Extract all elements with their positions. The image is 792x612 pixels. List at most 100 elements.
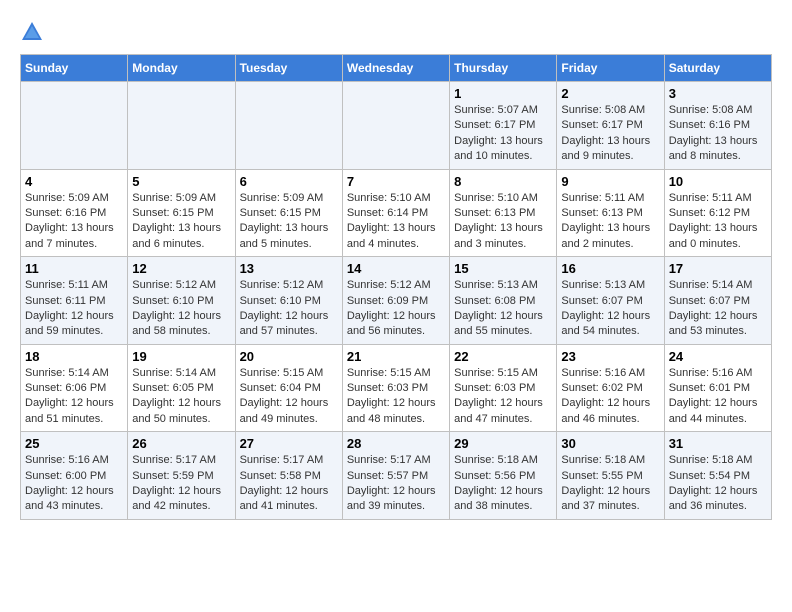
calendar-cell	[235, 82, 342, 170]
day-detail: Sunrise: 5:09 AM Sunset: 6:15 PM Dayligh…	[240, 191, 338, 253]
calendar-cell: 19 Sunrise: 5:14 AM Sunset: 6:05 PM Dayli…	[128, 344, 235, 432]
calendar-week-row: 25Sunrise: 5:16 AM Sunset: 6:00 PM Dayli…	[21, 432, 772, 520]
calendar-cell: 22 Sunrise: 5:15 AM Sunset: 6:03 PM Dayli…	[450, 344, 557, 432]
day-detail: Sunrise: 5:15 AM Sunset: 6:04 PM Dayligh…	[240, 366, 338, 428]
calendar-cell: 5Sunrise: 5:09 AM Sunset: 6:15 PM Daylig…	[128, 169, 235, 257]
day-detail: Sunrise: 5:17 AM Sunset: 5:58 PM Dayligh…	[240, 453, 338, 515]
day-detail: Sunrise: 5:18 AM Sunset: 5:54 PM Dayligh…	[669, 453, 767, 515]
day-header-wednesday: Wednesday	[342, 55, 449, 82]
day-detail: Sunrise: 5:16 AM Sunset: 6:01 PM Dayligh…	[669, 366, 767, 428]
day-number: 8	[454, 174, 552, 189]
day-detail: Sunrise: 5:17 AM Sunset: 5:57 PM Dayligh…	[347, 453, 445, 515]
day-detail: Sunrise: 5:11 AM Sunset: 6:12 PM Dayligh…	[669, 191, 767, 253]
day-detail: Sunrise: 5:18 AM Sunset: 5:56 PM Dayligh…	[454, 453, 552, 515]
day-detail: Sunrise: 5:08 AM Sunset: 6:16 PM Dayligh…	[669, 103, 767, 165]
calendar-cell: 8 Sunrise: 5:10 AM Sunset: 6:13 PM Daylig…	[450, 169, 557, 257]
calendar-cell: 13 Sunrise: 5:12 AM Sunset: 6:10 PM Dayli…	[235, 257, 342, 345]
day-number: 22	[454, 349, 552, 364]
day-number: 9	[561, 174, 659, 189]
day-detail: Sunrise: 5:09 AM Sunset: 6:15 PM Dayligh…	[132, 191, 230, 253]
calendar-cell: 18 Sunrise: 5:14 AM Sunset: 6:06 PM Dayli…	[21, 344, 128, 432]
day-header-friday: Friday	[557, 55, 664, 82]
day-number: 4	[25, 174, 123, 189]
day-detail: Sunrise: 5:11 AM Sunset: 6:13 PM Dayligh…	[561, 191, 659, 253]
day-detail: Sunrise: 5:13 AM Sunset: 6:07 PM Dayligh…	[561, 278, 659, 340]
calendar-header-row: SundayMondayTuesdayWednesdayThursdayFrid…	[21, 55, 772, 82]
day-number: 30	[561, 436, 659, 451]
day-detail: Sunrise: 5:16 AM Sunset: 6:02 PM Dayligh…	[561, 366, 659, 428]
calendar-week-row: 11 Sunrise: 5:11 AM Sunset: 6:11 PM Dayli…	[21, 257, 772, 345]
calendar-cell: 25Sunrise: 5:16 AM Sunset: 6:00 PM Dayli…	[21, 432, 128, 520]
day-number: 27	[240, 436, 338, 451]
day-number: 3	[669, 86, 767, 101]
day-number: 23	[561, 349, 659, 364]
calendar-cell: 30 Sunrise: 5:18 AM Sunset: 5:55 PM Dayli…	[557, 432, 664, 520]
calendar-cell	[21, 82, 128, 170]
day-number: 20	[240, 349, 338, 364]
day-number: 24	[669, 349, 767, 364]
calendar-cell: 4Sunrise: 5:09 AM Sunset: 6:16 PM Daylig…	[21, 169, 128, 257]
calendar-cell	[128, 82, 235, 170]
day-number: 7	[347, 174, 445, 189]
calendar-week-row: 18 Sunrise: 5:14 AM Sunset: 6:06 PM Dayli…	[21, 344, 772, 432]
day-detail: Sunrise: 5:11 AM Sunset: 6:11 PM Dayligh…	[25, 278, 123, 340]
day-number: 18	[25, 349, 123, 364]
day-detail: Sunrise: 5:18 AM Sunset: 5:55 PM Dayligh…	[561, 453, 659, 515]
day-header-tuesday: Tuesday	[235, 55, 342, 82]
day-number: 15	[454, 261, 552, 276]
day-number: 28	[347, 436, 445, 451]
calendar-cell: 29 Sunrise: 5:18 AM Sunset: 5:56 PM Dayli…	[450, 432, 557, 520]
day-number: 11	[25, 261, 123, 276]
day-detail: Sunrise: 5:10 AM Sunset: 6:14 PM Dayligh…	[347, 191, 445, 253]
day-detail: Sunrise: 5:14 AM Sunset: 6:05 PM Dayligh…	[132, 366, 230, 428]
day-number: 13	[240, 261, 338, 276]
calendar-cell: 31Sunrise: 5:18 AM Sunset: 5:54 PM Dayli…	[664, 432, 771, 520]
day-number: 29	[454, 436, 552, 451]
day-detail: Sunrise: 5:16 AM Sunset: 6:00 PM Dayligh…	[25, 453, 123, 515]
calendar-cell: 10 Sunrise: 5:11 AM Sunset: 6:12 PM Dayli…	[664, 169, 771, 257]
day-number: 21	[347, 349, 445, 364]
calendar-week-row: 1Sunrise: 5:07 AM Sunset: 6:17 PM Daylig…	[21, 82, 772, 170]
calendar-cell: 2Sunrise: 5:08 AM Sunset: 6:17 PM Daylig…	[557, 82, 664, 170]
day-detail: Sunrise: 5:13 AM Sunset: 6:08 PM Dayligh…	[454, 278, 552, 340]
calendar-cell: 21 Sunrise: 5:15 AM Sunset: 6:03 PM Dayli…	[342, 344, 449, 432]
day-number: 1	[454, 86, 552, 101]
calendar-cell	[342, 82, 449, 170]
calendar-cell: 27 Sunrise: 5:17 AM Sunset: 5:58 PM Dayli…	[235, 432, 342, 520]
calendar-cell: 16 Sunrise: 5:13 AM Sunset: 6:07 PM Dayli…	[557, 257, 664, 345]
day-header-monday: Monday	[128, 55, 235, 82]
day-detail: Sunrise: 5:12 AM Sunset: 6:10 PM Dayligh…	[132, 278, 230, 340]
day-detail: Sunrise: 5:15 AM Sunset: 6:03 PM Dayligh…	[347, 366, 445, 428]
calendar-cell: 26 Sunrise: 5:17 AM Sunset: 5:59 PM Dayli…	[128, 432, 235, 520]
day-number: 10	[669, 174, 767, 189]
day-number: 16	[561, 261, 659, 276]
day-detail: Sunrise: 5:17 AM Sunset: 5:59 PM Dayligh…	[132, 453, 230, 515]
calendar-cell: 6Sunrise: 5:09 AM Sunset: 6:15 PM Daylig…	[235, 169, 342, 257]
calendar-week-row: 4Sunrise: 5:09 AM Sunset: 6:16 PM Daylig…	[21, 169, 772, 257]
calendar-table: SundayMondayTuesdayWednesdayThursdayFrid…	[20, 54, 772, 520]
calendar-cell: 1Sunrise: 5:07 AM Sunset: 6:17 PM Daylig…	[450, 82, 557, 170]
calendar-cell: 12Sunrise: 5:12 AM Sunset: 6:10 PM Dayli…	[128, 257, 235, 345]
header	[20, 20, 772, 44]
day-detail: Sunrise: 5:10 AM Sunset: 6:13 PM Dayligh…	[454, 191, 552, 253]
day-detail: Sunrise: 5:14 AM Sunset: 6:07 PM Dayligh…	[669, 278, 767, 340]
day-number: 26	[132, 436, 230, 451]
day-detail: Sunrise: 5:12 AM Sunset: 6:10 PM Dayligh…	[240, 278, 338, 340]
day-number: 19	[132, 349, 230, 364]
logo-icon	[20, 20, 44, 44]
calendar-cell: 17 Sunrise: 5:14 AM Sunset: 6:07 PM Dayli…	[664, 257, 771, 345]
day-header-sunday: Sunday	[21, 55, 128, 82]
day-detail: Sunrise: 5:14 AM Sunset: 6:06 PM Dayligh…	[25, 366, 123, 428]
calendar-cell: 15 Sunrise: 5:13 AM Sunset: 6:08 PM Dayli…	[450, 257, 557, 345]
day-header-thursday: Thursday	[450, 55, 557, 82]
day-number: 17	[669, 261, 767, 276]
calendar-cell: 11 Sunrise: 5:11 AM Sunset: 6:11 PM Dayli…	[21, 257, 128, 345]
calendar-cell: 23 Sunrise: 5:16 AM Sunset: 6:02 PM Dayli…	[557, 344, 664, 432]
day-detail: Sunrise: 5:12 AM Sunset: 6:09 PM Dayligh…	[347, 278, 445, 340]
calendar-cell: 20 Sunrise: 5:15 AM Sunset: 6:04 PM Dayli…	[235, 344, 342, 432]
day-detail: Sunrise: 5:15 AM Sunset: 6:03 PM Dayligh…	[454, 366, 552, 428]
calendar-cell: 14Sunrise: 5:12 AM Sunset: 6:09 PM Dayli…	[342, 257, 449, 345]
logo	[20, 20, 48, 44]
calendar-cell: 28 Sunrise: 5:17 AM Sunset: 5:57 PM Dayli…	[342, 432, 449, 520]
day-detail: Sunrise: 5:08 AM Sunset: 6:17 PM Dayligh…	[561, 103, 659, 165]
